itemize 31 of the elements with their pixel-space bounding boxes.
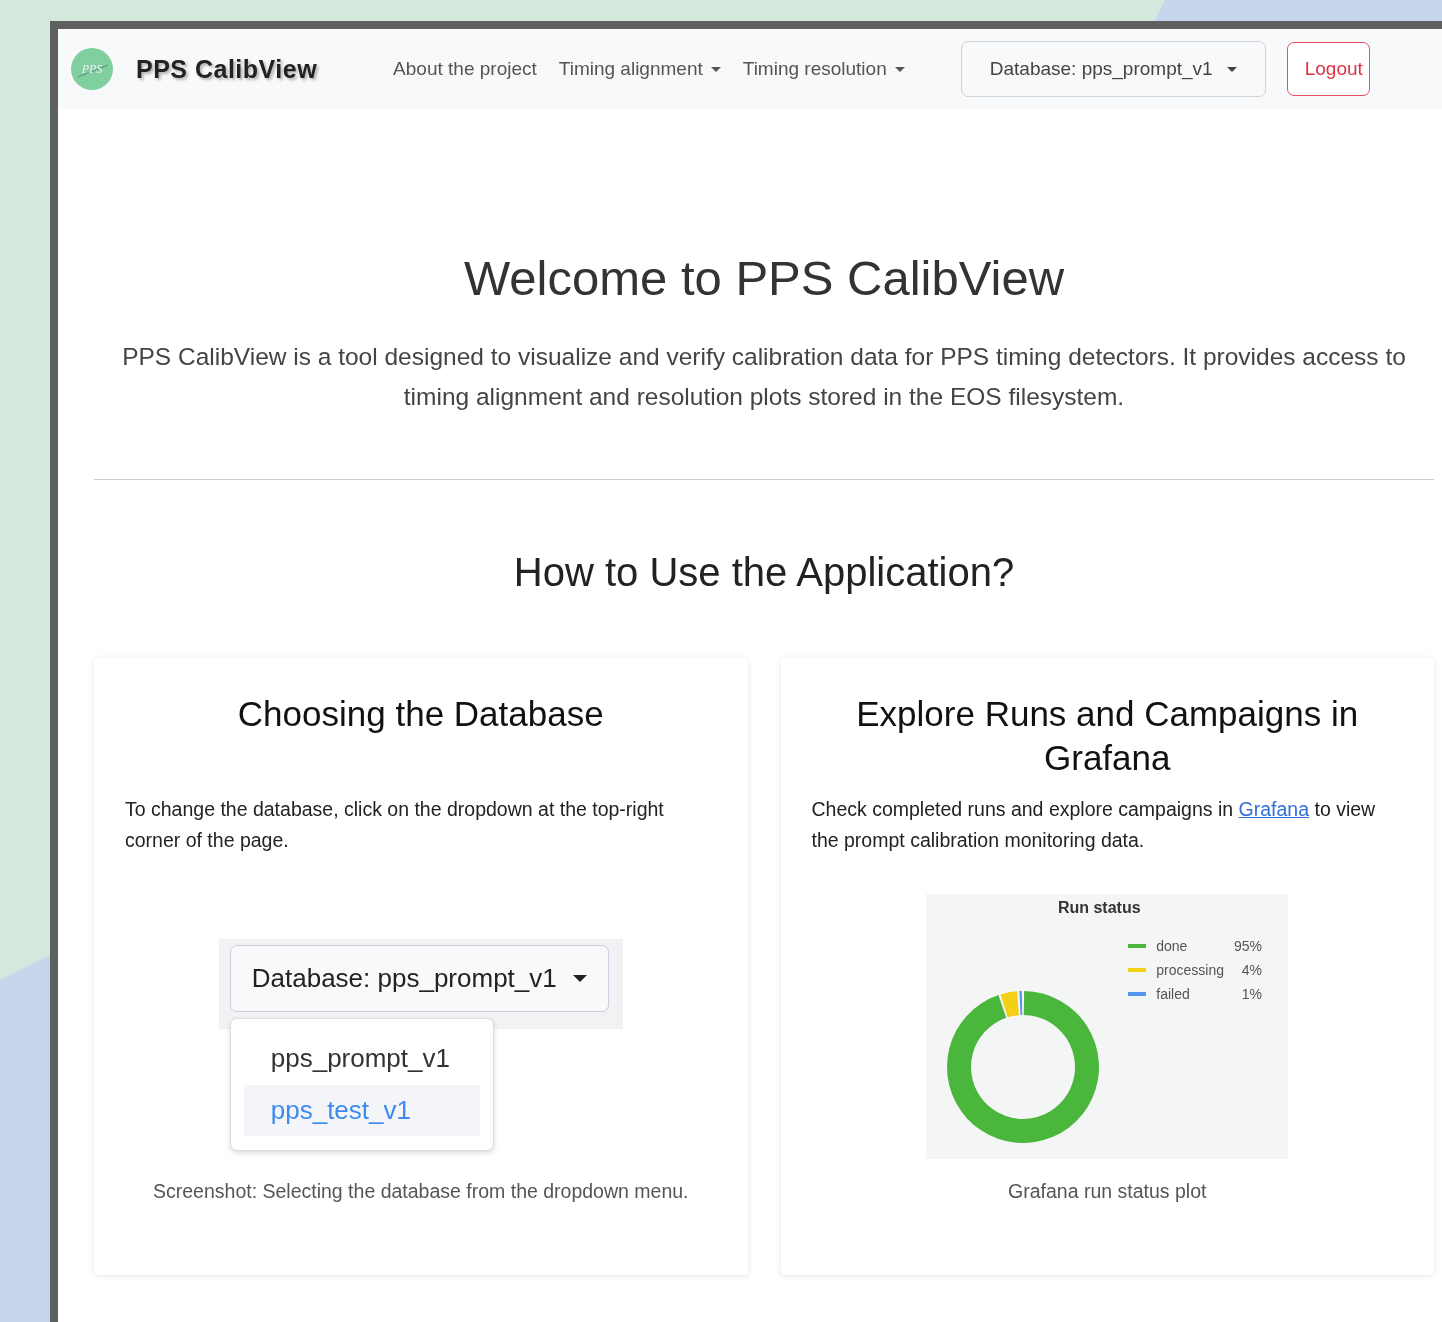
database-dropdown[interactable]: Database: pps_prompt_v1 bbox=[960, 41, 1266, 97]
card-title: Choosing the Database bbox=[237, 693, 604, 735]
legend-value: 95% bbox=[1233, 938, 1262, 954]
dropdown-option: pps_test_v1 bbox=[243, 1084, 480, 1136]
logout-button[interactable]: Logout bbox=[1286, 42, 1370, 96]
caret-icon bbox=[1226, 66, 1237, 72]
intro-text: PPS CalibView is a tool designed to visualize and verify calibration data for PPS timing detectors. It provides access to timing alignment and resolution plots stored in the EOS filesystem. bbox=[121, 342, 1407, 412]
card-text: Check completed runs and explore campaigns in Grafana to view the prompt calibration monitoring data. bbox=[811, 797, 1377, 853]
legend-label: processing bbox=[1156, 962, 1224, 978]
caret-icon bbox=[894, 66, 905, 72]
figure-caption: Screenshot: Selecting the database from the dropdown menu. bbox=[153, 1179, 689, 1204]
nav-link[interactable]: Timing resolution bbox=[742, 58, 905, 80]
section-title: How to Use the Application? bbox=[513, 549, 1015, 596]
legend-value: 4% bbox=[1240, 962, 1262, 978]
nav-link[interactable]: About the project bbox=[393, 58, 537, 80]
chart-title: Run status bbox=[1056, 899, 1142, 917]
caret-icon bbox=[710, 66, 721, 72]
grafana-link[interactable]: Grafana bbox=[1238, 798, 1310, 820]
logo-drawing: PPS bbox=[70, 47, 114, 91]
figure-caption: Grafana run status plot bbox=[1008, 1179, 1207, 1204]
nav-link[interactable]: Timing alignment bbox=[558, 58, 721, 80]
database-dropdown[interactable]: Database: pps_prompt_v1 bbox=[229, 945, 609, 1012]
legend-label: done bbox=[1156, 938, 1189, 954]
legend-value: 1% bbox=[1240, 986, 1262, 1002]
dropdown-option: pps_prompt_v1 bbox=[243, 1033, 480, 1085]
brand-title: PPS CalibView bbox=[136, 54, 318, 84]
card-text: To change the database, click on the dropdown at the top-right corner of the page. bbox=[125, 797, 665, 853]
caret-icon bbox=[572, 975, 587, 982]
legend-label: failed bbox=[1156, 986, 1191, 1002]
card-title: Explore Runs and Campaigns in Grafana bbox=[855, 693, 1360, 779]
page-title: Welcome to PPS CalibView bbox=[463, 250, 1065, 307]
